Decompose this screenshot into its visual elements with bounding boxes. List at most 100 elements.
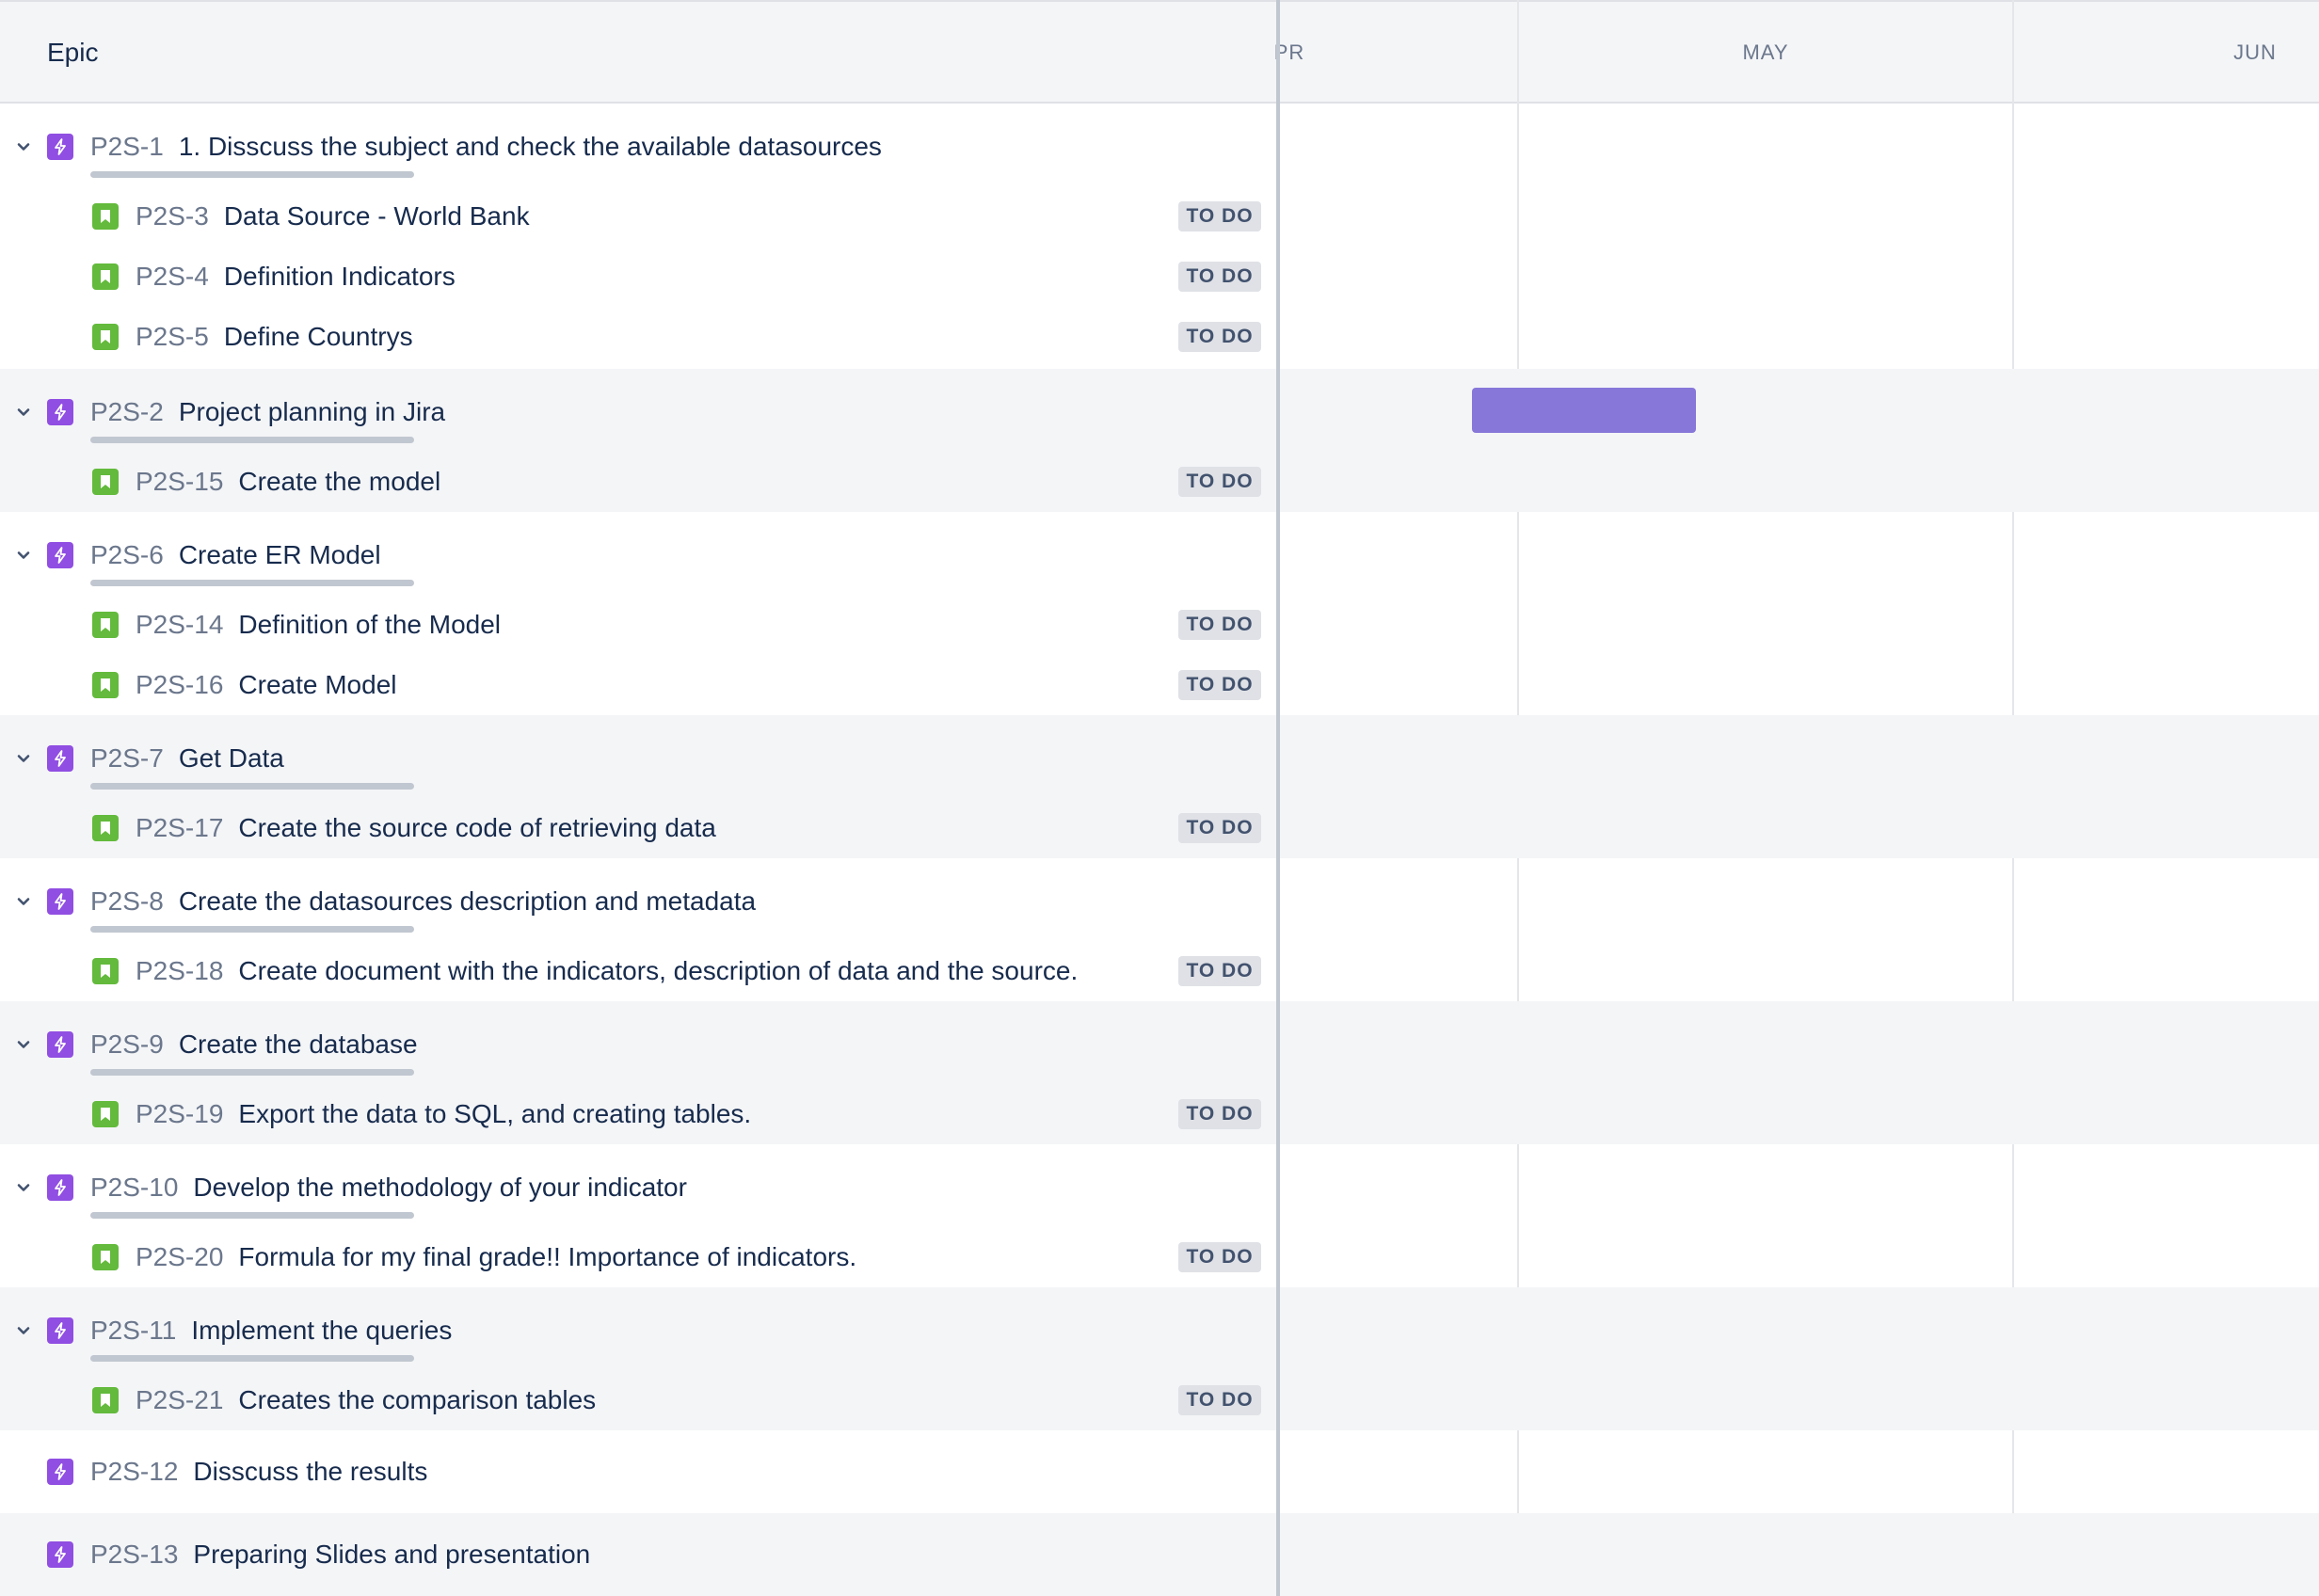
status-badge[interactable]: TO DO [1178, 1242, 1261, 1272]
status-badge[interactable]: TO DO [1178, 956, 1261, 986]
issue-row[interactable]: P2S-16 Create Model TO DO [0, 666, 1276, 704]
epic-progress-bar [90, 580, 414, 586]
epic-title[interactable]: P2S-13 Preparing Slides and presentation [90, 1540, 590, 1570]
issue-title[interactable]: P2S-3 Data Source - World Bank [136, 201, 530, 231]
chevron-down-icon[interactable] [13, 136, 34, 157]
epic-row[interactable]: P2S-8 Create the datasources description … [0, 883, 1276, 920]
issue-key[interactable]: P2S-4 [136, 262, 209, 292]
chevron-down-icon[interactable] [13, 402, 34, 423]
issue-row[interactable]: P2S-18 Create document with the indicator… [0, 952, 1276, 990]
epic-key[interactable]: P2S-9 [90, 1029, 164, 1060]
issue-key[interactable]: P2S-15 [136, 467, 223, 497]
status-badge[interactable]: TO DO [1178, 262, 1261, 292]
status-badge[interactable]: TO DO [1178, 610, 1261, 640]
status-badge[interactable]: TO DO [1178, 467, 1261, 497]
chevron-down-icon[interactable] [13, 1177, 34, 1198]
issue-row[interactable]: P2S-14 Definition of the Model TO DO [0, 606, 1276, 644]
epic-row[interactable]: P2S-9 Create the database [0, 1026, 1276, 1063]
issue-title[interactable]: P2S-16 Create Model [136, 670, 397, 700]
epic-summary: Create the database [178, 1029, 418, 1059]
status-badge[interactable]: TO DO [1178, 813, 1261, 843]
epic-title[interactable]: P2S-12 Disscuss the results [90, 1457, 427, 1487]
epic-key[interactable]: P2S-8 [90, 886, 164, 917]
epic-title[interactable]: P2S-2 Project planning in Jira [90, 397, 445, 427]
bookmark-icon [92, 263, 119, 290]
epic-row[interactable]: P2S-13 Preparing Slides and presentation [0, 1536, 1276, 1573]
epic-key[interactable]: P2S-1 [90, 132, 164, 162]
status-badge[interactable]: TO DO [1178, 201, 1261, 231]
issue-row[interactable]: P2S-4 Definition Indicators TO DO [0, 258, 1276, 295]
issue-key[interactable]: P2S-16 [136, 670, 223, 700]
epic-row[interactable]: P2S-6 Create ER Model [0, 536, 1276, 574]
epic-summary: Develop the methodology of your indicato… [193, 1173, 687, 1202]
issue-row[interactable]: P2S-3 Data Source - World Bank TO DO [0, 198, 1276, 235]
epic-key[interactable]: P2S-6 [90, 540, 164, 570]
epic-row[interactable]: P2S-1 1. Disscuss the subject and check t… [0, 128, 1276, 166]
bookmark-icon [92, 958, 119, 984]
issue-key[interactable]: P2S-5 [136, 322, 209, 352]
epic-key[interactable]: P2S-11 [90, 1316, 176, 1346]
issue-summary: Create Model [238, 670, 397, 699]
issue-key[interactable]: P2S-19 [136, 1099, 223, 1129]
column-divider[interactable] [1276, 0, 1280, 1596]
issue-row[interactable]: P2S-17 Create the source code of retrievi… [0, 809, 1276, 847]
timeline-bar-p2s-2[interactable] [1472, 388, 1696, 433]
issue-row[interactable]: P2S-20 Formula for my final grade!! Impor… [0, 1238, 1276, 1276]
issue-row[interactable]: P2S-19 Export the data to SQL, and creati… [0, 1095, 1276, 1133]
epic-row[interactable]: P2S-7 Get Data [0, 740, 1276, 777]
epic-row[interactable]: P2S-11 Implement the queries [0, 1312, 1276, 1349]
timeline-header: Epic PR MAY JUN [0, 0, 2319, 104]
epic-key[interactable]: P2S-7 [90, 743, 164, 774]
chevron-down-icon[interactable] [13, 545, 34, 566]
chevron-down-icon[interactable] [13, 891, 34, 912]
bookmark-icon [92, 203, 119, 230]
epic-key[interactable]: P2S-13 [90, 1540, 178, 1570]
issue-key[interactable]: P2S-14 [136, 610, 223, 640]
issue-row[interactable]: P2S-5 Define Countrys TO DO [0, 318, 1276, 356]
epic-row[interactable]: P2S-10 Develop the methodology of your in… [0, 1169, 1276, 1206]
epic-progress-bar [90, 437, 414, 443]
bookmark-icon [92, 1101, 119, 1127]
chevron-down-icon[interactable] [13, 1320, 34, 1341]
issue-title[interactable]: P2S-5 Define Countrys [136, 322, 413, 352]
epic-row[interactable]: P2S-2 Project planning in Jira [0, 393, 1276, 431]
issue-title[interactable]: P2S-17 Create the source code of retrievi… [136, 813, 716, 843]
issue-key[interactable]: P2S-21 [136, 1385, 223, 1415]
issue-key[interactable]: P2S-18 [136, 956, 223, 986]
epic-progress-bar [90, 1212, 414, 1219]
epic-title[interactable]: P2S-10 Develop the methodology of your in… [90, 1173, 687, 1203]
status-badge[interactable]: TO DO [1178, 322, 1261, 352]
issue-key[interactable]: P2S-17 [136, 813, 223, 843]
issue-title[interactable]: P2S-18 Create document with the indicator… [136, 956, 1078, 986]
issue-title[interactable]: P2S-21 Creates the comparison tables [136, 1385, 596, 1415]
issue-key[interactable]: P2S-20 [136, 1242, 223, 1272]
epic-title[interactable]: P2S-11 Implement the queries [90, 1316, 452, 1346]
epic-title[interactable]: P2S-8 Create the datasources description … [90, 886, 756, 917]
epic-title[interactable]: P2S-1 1. Disscuss the subject and check t… [90, 132, 882, 162]
issue-title[interactable]: P2S-20 Formula for my final grade!! Impor… [136, 1242, 856, 1272]
issue-key[interactable]: P2S-3 [136, 201, 209, 231]
issue-title[interactable]: P2S-19 Export the data to SQL, and creati… [136, 1099, 751, 1129]
status-badge[interactable]: TO DO [1178, 1385, 1261, 1415]
epic-row[interactable]: P2S-12 Disscuss the results [0, 1453, 1276, 1491]
epic-key[interactable]: P2S-12 [90, 1457, 178, 1487]
epic-summary: 1. Disscuss the subject and check the av… [178, 132, 882, 161]
epic-group: P2S-13 Preparing Slides and presentation [0, 1513, 2319, 1596]
chevron-down-icon[interactable] [13, 1034, 34, 1055]
status-badge[interactable]: TO DO [1178, 1099, 1261, 1129]
epic-list: P2S-1 1. Disscuss the subject and check t… [0, 104, 2319, 1596]
issue-title[interactable]: P2S-4 Definition Indicators [136, 262, 456, 292]
epic-key[interactable]: P2S-10 [90, 1173, 178, 1203]
issue-row[interactable]: P2S-21 Creates the comparison tables TO DO [0, 1381, 1276, 1419]
lightning-icon [47, 1541, 73, 1568]
month-label-jun: JUN [2233, 40, 2277, 64]
issue-title[interactable]: P2S-15 Create the model [136, 467, 440, 497]
epic-title[interactable]: P2S-9 Create the database [90, 1029, 418, 1060]
epic-key[interactable]: P2S-2 [90, 397, 164, 427]
epic-title[interactable]: P2S-6 Create ER Model [90, 540, 381, 570]
issue-title[interactable]: P2S-14 Definition of the Model [136, 610, 501, 640]
issue-row[interactable]: P2S-15 Create the model TO DO [0, 463, 1276, 501]
chevron-down-icon[interactable] [13, 748, 34, 769]
status-badge[interactable]: TO DO [1178, 670, 1261, 700]
epic-title[interactable]: P2S-7 Get Data [90, 743, 284, 774]
